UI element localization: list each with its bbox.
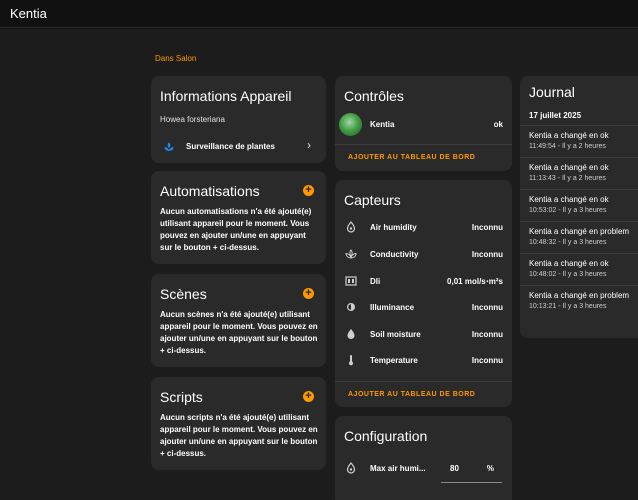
journal-entry-time: 11:49:54 - Il y a 2 heures: [529, 143, 606, 150]
water-icon: [344, 328, 358, 342]
sensor-value: 0,01 mol/s⋅m²s: [447, 277, 503, 286]
config-unit: %: [486, 464, 494, 473]
controls-add-to-dashboard-button[interactable]: AJOUTER AU TABLEAU DE BORD: [348, 154, 475, 161]
scripts-card: Scripts + Aucun scripts n'a été ajouté(e…: [151, 377, 326, 470]
device-info-card: Informations Appareil Howea forsteriana …: [151, 76, 326, 163]
journal-entry-message: Kentia a changé en problem: [529, 291, 630, 300]
sensor-row[interactable]: Air humidity Inconnu: [335, 215, 512, 241]
controls-card: Contrôles Kentia ok AJOUTER AU TABLEAU D…: [335, 76, 512, 171]
sensor-row[interactable]: Conductivity Inconnu: [335, 242, 512, 268]
sensor-label: Conductivity: [370, 250, 419, 259]
journal-entry[interactable]: Kentia a changé en ok 11:13:43 - Il y a …: [520, 157, 638, 189]
controls-entity-row[interactable]: Kentia ok: [335, 113, 512, 139]
config-value: 80: [450, 464, 459, 473]
journal-entry-time: 11:13:43 - Il y a 2 heures: [529, 175, 606, 182]
journal-entry-message: Kentia a changé en ok: [529, 259, 609, 268]
journal-entry-time: 10:48:32 - Il y a 3 heures: [529, 239, 607, 246]
plant-avatar: [339, 113, 362, 136]
water-drop-icon: [344, 221, 358, 235]
sensors-divider: [335, 381, 512, 382]
device-model: Howea forsteriana: [160, 115, 225, 124]
scenes-card: Scènes + Aucun scènes n'a été ajouté(e) …: [151, 274, 326, 367]
config-row: Max air humi... 80 %: [335, 456, 512, 483]
sensor-row[interactable]: Dli 0,01 mol/s⋅m²s: [335, 269, 512, 295]
scripts-title: Scripts: [160, 389, 203, 405]
add-script-button[interactable]: +: [303, 391, 314, 402]
sensor-value: Inconnu: [471, 303, 503, 312]
journal-entry[interactable]: Kentia a changé en ok 11:49:54 - Il y a …: [520, 125, 638, 157]
sensors-card: Capteurs Air humidity Inconnu Conductivi…: [335, 180, 512, 407]
sensor-row[interactable]: Illuminance Inconnu: [335, 295, 512, 321]
app-title: Kentia: [10, 6, 47, 21]
device-info-title: Informations Appareil: [160, 88, 292, 104]
sensors-title: Capteurs: [344, 192, 401, 208]
journal-entry-time: 10:13:21 - Il y a 3 heures: [529, 303, 607, 310]
config-label: Max air humi...: [370, 464, 426, 473]
journal-entry[interactable]: Kentia a changé en ok 10:48:02 - Il y a …: [520, 253, 638, 285]
scenes-title: Scènes: [160, 286, 207, 302]
journal-card: Journal 17 juillet 2025 Kentia a changé …: [520, 76, 638, 338]
journal-entry[interactable]: Kentia a changé en problem 10:13:21 - Il…: [520, 285, 638, 317]
scenes-empty-text: Aucun scènes n'a été ajouté(e) utilisant…: [160, 310, 318, 355]
journal-entry[interactable]: Kentia a changé en problem 10:48:32 - Il…: [520, 221, 638, 253]
sensor-value: Inconnu: [471, 223, 503, 232]
counter-icon: [344, 275, 358, 289]
journal-entry-time: 10:48:02 - Il y a 3 heures: [529, 271, 607, 278]
sensor-label: Temperature: [370, 356, 418, 365]
sensor-label: Dli: [370, 277, 381, 286]
spa-icon: [344, 248, 358, 262]
integration-label: Surveillance de plantes: [186, 142, 275, 151]
scripts-empty-text: Aucun scripts n'a été ajouté(e) utilisan…: [160, 413, 318, 458]
journal-entry[interactable]: Kentia a changé en ok 10:53:02 - Il y a …: [520, 189, 638, 221]
sensor-label: Air humidity: [370, 223, 417, 232]
journal-entry-message: Kentia a changé en ok: [529, 163, 609, 172]
configuration-card: Configuration Max air humi... 80 %: [335, 416, 512, 500]
max-air-humidity-input[interactable]: 80 %: [441, 458, 502, 483]
integration-link[interactable]: Surveillance de plantes ›: [151, 136, 326, 160]
controls-entity-state: ok: [493, 120, 503, 129]
journal-entry-message: Kentia a changé en ok: [529, 195, 609, 204]
add-automation-button[interactable]: +: [303, 185, 314, 196]
top-app-bar: Kentia: [0, 0, 638, 28]
sensor-label: Illuminance: [370, 303, 415, 312]
sensor-value: Inconnu: [471, 250, 503, 259]
sensors-add-to-dashboard-button[interactable]: AJOUTER AU TABLEAU DE BORD: [348, 391, 475, 398]
sensor-row[interactable]: Temperature Inconnu: [335, 348, 512, 374]
chevron-right-icon: ›: [307, 138, 311, 152]
automations-empty-text: Aucun automatisations n'a été ajouté(e) …: [160, 207, 312, 252]
journal-entry-message: Kentia a changé en problem: [529, 227, 630, 236]
sensor-label: Soil moisture: [370, 330, 421, 339]
water-drop-icon: [344, 462, 358, 476]
journal-entry-message: Kentia a changé en ok: [529, 131, 609, 140]
brightness-icon: [344, 301, 358, 315]
controls-title: Contrôles: [344, 88, 404, 104]
automations-card: Automatisations + Aucun automatisations …: [151, 171, 326, 264]
controls-divider: [335, 144, 512, 145]
sensor-row[interactable]: Soil moisture Inconnu: [335, 322, 512, 348]
sensor-value: Inconnu: [471, 356, 503, 365]
add-scene-button[interactable]: +: [303, 288, 314, 299]
journal-date: 17 juillet 2025: [529, 111, 582, 120]
configuration-title: Configuration: [344, 428, 428, 444]
sensor-value: Inconnu: [471, 330, 503, 339]
controls-entity-name: Kentia: [370, 120, 395, 129]
area-link[interactable]: Dans Salon: [155, 54, 196, 63]
journal-entry-time: 10:53:02 - Il y a 3 heures: [529, 207, 607, 214]
journal-title: Journal: [529, 84, 575, 100]
thermometer-icon: [344, 354, 358, 368]
automations-title: Automatisations: [160, 183, 260, 199]
plant-icon: [163, 140, 175, 152]
